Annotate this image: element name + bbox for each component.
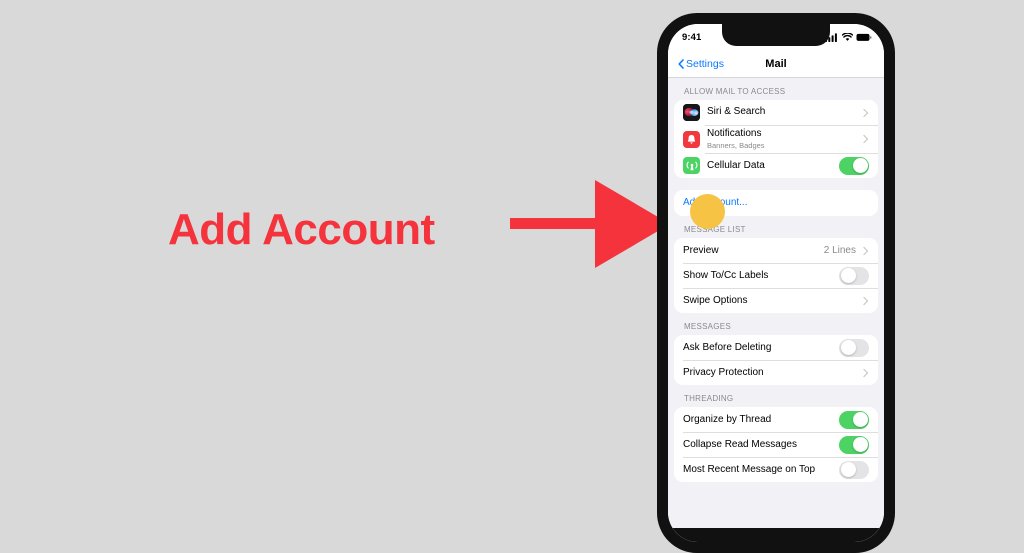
row-label: Organize by Thread [683, 413, 772, 425]
section-header-messages: MESSAGES [684, 322, 731, 332]
settings-list[interactable]: ALLOW MAIL TO ACCESS Siri & Search Notif… [668, 78, 884, 542]
settings-group-allow-access: Siri & Search Notifications Banners, Bad… [674, 100, 878, 179]
back-button-settings[interactable]: Settings [678, 58, 724, 70]
row-cellular-data[interactable]: Cellular Data [674, 153, 878, 178]
wifi-icon [841, 32, 853, 41]
toggle-collapse-read-messages[interactable] [839, 435, 869, 454]
annotation-label: Add Account [168, 205, 435, 254]
row-swipe-options[interactable]: Swipe Options [674, 288, 878, 313]
settings-group-message-list: Preview 2 Lines Show To/Cc Labels Swipe … [674, 238, 878, 314]
chevron-right-icon [859, 108, 869, 117]
row-organize-by-thread[interactable]: Organize by Thread [674, 407, 878, 432]
chevron-right-icon [859, 246, 869, 255]
row-siri-and-search[interactable]: Siri & Search [674, 100, 878, 125]
row-label: Collapse Read Messages [683, 438, 797, 450]
row-notifications[interactable]: Notifications Banners, Badges [674, 125, 878, 153]
toggle-most-recent-message-on-top[interactable] [839, 460, 869, 479]
section-header-threading: THREADING [684, 394, 734, 404]
battery-icon [856, 33, 872, 41]
row-label: Privacy Protection [683, 366, 764, 378]
toggle-cellular-data[interactable] [839, 156, 869, 175]
notifications-icon [683, 130, 700, 148]
row-label: Preview [683, 244, 719, 256]
row-privacy-protection[interactable]: Privacy Protection [674, 360, 878, 385]
row-label: Show To/Cc Labels [683, 269, 769, 281]
status-bar-time: 9:41 [682, 31, 702, 43]
section-header-allow-access: ALLOW MAIL TO ACCESS [684, 87, 786, 96]
row-preview[interactable]: Preview 2 Lines [674, 238, 878, 263]
phone-screen: 9:41 Settings Mail ALLOW MAIL TO ACCESS … [668, 24, 884, 542]
row-collapse-read-messages[interactable]: Collapse Read Messages [674, 432, 878, 457]
row-most-recent-message-on-top[interactable]: Most Recent Message on Top [674, 457, 878, 482]
chevron-right-icon [859, 134, 869, 144]
settings-group-messages: Ask Before Deleting Privacy Protection [674, 335, 878, 386]
back-button-label: Settings [686, 57, 724, 70]
navigation-bar: Settings Mail [668, 50, 884, 78]
cellular-data-icon [683, 157, 700, 175]
row-label: Swipe Options [683, 294, 748, 306]
chevron-right-icon [859, 368, 869, 377]
toggle-show-to-cc-labels[interactable] [839, 266, 869, 285]
phone-bottom-bezel [668, 528, 884, 542]
row-label: Most Recent Message on Top [683, 463, 816, 475]
settings-group-threading: Organize by Thread Collapse Read Message… [674, 407, 878, 483]
row-label: Ask Before Deleting [683, 341, 772, 353]
row-label: Cellular Data [707, 159, 765, 171]
toggle-ask-before-deleting[interactable] [839, 338, 869, 357]
chevron-right-icon [859, 296, 869, 305]
phone-notch [722, 24, 830, 46]
phone-mockup: 9:41 Settings Mail ALLOW MAIL TO ACCESS … [657, 13, 895, 553]
right-arrow-icon [510, 180, 670, 268]
click-indicator [690, 194, 725, 229]
row-ask-before-deleting[interactable]: Ask Before Deleting [674, 335, 878, 360]
toggle-organize-by-thread[interactable] [839, 410, 869, 429]
row-show-to-cc-labels[interactable]: Show To/Cc Labels [674, 263, 878, 288]
row-sublabel: Banners, Badges [707, 140, 765, 150]
row-label: Siri & Search [707, 106, 766, 118]
row-value: 2 Lines [823, 245, 856, 257]
siri-icon [683, 104, 700, 121]
chevron-left-icon [678, 58, 684, 69]
row-label: Notifications [707, 128, 762, 139]
